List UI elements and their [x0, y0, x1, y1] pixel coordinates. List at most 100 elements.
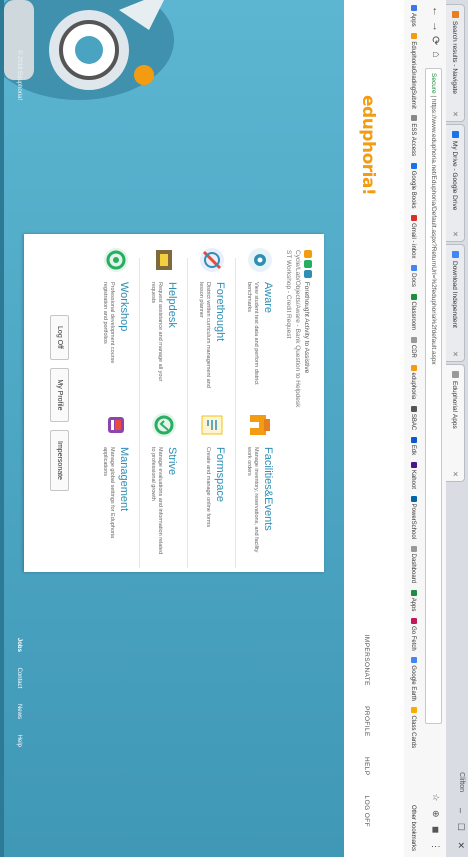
- browser-tab[interactable]: Download Independent ✕: [446, 244, 465, 362]
- app-tile-formspace[interactable]: Formspace Create and manage online forms: [182, 411, 228, 561]
- bookmark-label: Classroom: [410, 301, 416, 331]
- bookmark-item[interactable]: PowerSchool: [404, 495, 422, 539]
- bookmark-favicon-icon: [411, 495, 417, 502]
- app-description: Professional development course registra…: [102, 282, 115, 364]
- bookmark-item[interactable]: Docs: [404, 265, 422, 287]
- bookmark-item[interactable]: EduphoriaGradingSubmit: [404, 33, 422, 109]
- help-link[interactable]: HELP: [363, 757, 370, 775]
- footer-link-jobs[interactable]: Jobs: [16, 638, 22, 652]
- bookmarks-bar: Apps EduphoriaGradingSubmit ESS Access G…: [403, 0, 422, 857]
- notification-icon: [304, 270, 312, 278]
- bookmark-item[interactable]: Kahoot: [404, 461, 422, 489]
- profile-link[interactable]: PROFILE: [363, 706, 370, 737]
- close-tab-icon[interactable]: ✕: [446, 231, 464, 237]
- bookmark-item[interactable]: ESS Access: [404, 115, 422, 156]
- bookmark-item[interactable]: Apps: [404, 5, 422, 27]
- maximize-icon[interactable]: ☐: [455, 823, 466, 831]
- browser-tab[interactable]: My Drive - Google Drive ✕: [446, 124, 465, 242]
- bookmark-label: Kahoot: [410, 469, 416, 489]
- bookmark-favicon-icon: [411, 589, 417, 596]
- forward-icon[interactable]: →: [430, 21, 442, 32]
- bookmark-item[interactable]: Edk: [404, 436, 422, 456]
- app-tile-strive[interactable]: Strive Manage evaluations and informatio…: [134, 411, 180, 561]
- workshop-icon: [104, 248, 128, 272]
- bookmark-item[interactable]: eduphoria: [404, 364, 422, 399]
- close-tab-icon[interactable]: ✕: [446, 351, 464, 357]
- bookmark-favicon-icon: [411, 618, 417, 625]
- zoom-icon[interactable]: ⊕: [431, 810, 441, 818]
- browser-tab[interactable]: Search results - Navigate ✕: [446, 4, 465, 122]
- notification-icon: [304, 260, 312, 268]
- back-icon[interactable]: ←: [430, 6, 442, 17]
- bookmark-label: Go Fetch: [410, 626, 416, 651]
- close-window-icon[interactable]: ✕: [455, 841, 466, 849]
- bookmark-item[interactable]: Dashboard: [404, 545, 422, 583]
- close-tab-icon[interactable]: ✕: [446, 471, 464, 477]
- divider: [139, 258, 140, 568]
- star-icon[interactable]: ☆: [431, 793, 441, 801]
- window-profile-label: Clifton: [458, 772, 465, 792]
- notification-text[interactable]: ST Workshop - Credit Request: [284, 250, 293, 510]
- my-profile-button[interactable]: My Profile: [50, 368, 69, 422]
- impersonate-link[interactable]: IMPERSONATE: [363, 635, 370, 686]
- app-tile-helpdesk[interactable]: Helpdesk Request assistance and manage a…: [134, 246, 180, 396]
- tab-label: My Drive - Google Drive: [451, 141, 458, 211]
- tab-label: Eduphoria! Apps: [451, 381, 458, 429]
- footer-link-contact[interactable]: Contact: [16, 668, 22, 689]
- app-tile-forethought[interactable]: Forethought District written curriculum …: [182, 246, 228, 396]
- bookmark-favicon-icon: [411, 657, 417, 664]
- gmail-icon: [411, 215, 417, 222]
- bookmark-item[interactable]: Gmail - inbox: [404, 215, 422, 258]
- url-field[interactable]: Secure | https://www.eduphoria.net/Eduph…: [425, 68, 442, 724]
- bookmark-item[interactable]: Class Cards: [404, 707, 422, 748]
- app-launcher-panel: Forethought Activity to Assistive Cycle/…: [24, 234, 324, 572]
- url-text: https://www.eduphoria.net/Eduphoria/Defa…: [430, 98, 437, 365]
- notification-text[interactable]: Cycle/Lab/Objects/Aware - Bank Question …: [293, 250, 302, 510]
- log-off-link[interactable]: LOG OFF: [363, 796, 370, 827]
- bookmark-item[interactable]: Classroom: [404, 293, 422, 331]
- other-bookmarks[interactable]: Other bookmarks: [404, 805, 422, 851]
- app-tile-aware[interactable]: Aware View student test data and perform…: [230, 246, 276, 396]
- bookmark-item[interactable]: CDR: [404, 336, 422, 358]
- minimize-icon[interactable]: –: [456, 808, 466, 813]
- browser-tab-active[interactable]: Eduphoria! Apps ✕: [446, 364, 465, 482]
- app-description: Manage global settings for Eduphoria app…: [102, 447, 115, 539]
- app-description: District written curriculum management a…: [198, 282, 211, 388]
- kahoot-icon: [411, 461, 417, 468]
- log-off-button[interactable]: Log Off: [50, 315, 69, 360]
- app-tile-facilities-events[interactable]: Facilities&Events Manage inventory, rese…: [230, 411, 276, 561]
- tab-label: Download Independent: [451, 261, 458, 328]
- bookmark-item[interactable]: SBAC: [404, 405, 422, 430]
- bookmark-label: Google Earth: [410, 665, 416, 701]
- eduphoria-logo[interactable]: eduphoria!: [358, 95, 378, 195]
- bookmark-label: Class Cards: [410, 715, 416, 749]
- notification-text[interactable]: Forethought Activity to Assistive: [303, 282, 310, 373]
- app-name: Formspace: [214, 447, 226, 503]
- bookmark-item[interactable]: Google Earth: [404, 657, 422, 701]
- apps-icon: [411, 5, 417, 11]
- reload-icon[interactable]: ⟳: [429, 36, 442, 45]
- app-name: Forethought: [214, 282, 226, 342]
- bookmark-item[interactable]: Google Books: [404, 162, 422, 208]
- extension-icon[interactable]: ◼: [431, 826, 441, 833]
- bookmark-item[interactable]: Go Fetch: [404, 618, 422, 651]
- bookmark-label: Edk: [410, 444, 416, 456]
- home-icon[interactable]: ⌂: [430, 51, 442, 58]
- footer-link-news[interactable]: News: [16, 704, 22, 719]
- app-description: Create and manage online forms: [205, 447, 211, 528]
- menu-icon[interactable]: ⋮: [431, 842, 441, 851]
- footer-link-help[interactable]: Help: [16, 735, 22, 747]
- app-tile-management[interactable]: Management Manage global settings for Ed…: [86, 411, 132, 561]
- mascot-illustration: [0, 0, 174, 100]
- bookmark-item[interactable]: Apps: [404, 589, 422, 611]
- impersonate-button[interactable]: Impersonate: [50, 430, 69, 491]
- app-tile-workshop[interactable]: Workshop Professional development course…: [86, 246, 132, 396]
- app-name: Workshop: [118, 282, 130, 332]
- bookmark-favicon-icon: [411, 436, 417, 443]
- close-tab-icon[interactable]: ✕: [446, 111, 464, 117]
- secure-label: Secure: [430, 73, 437, 94]
- notification-icon: [304, 250, 312, 258]
- bookmark-label: EduphoriaGradingSubmit: [410, 41, 416, 109]
- bookmark-label: CDR: [410, 344, 416, 358]
- bookmark-label: Gmail - inbox: [410, 223, 416, 259]
